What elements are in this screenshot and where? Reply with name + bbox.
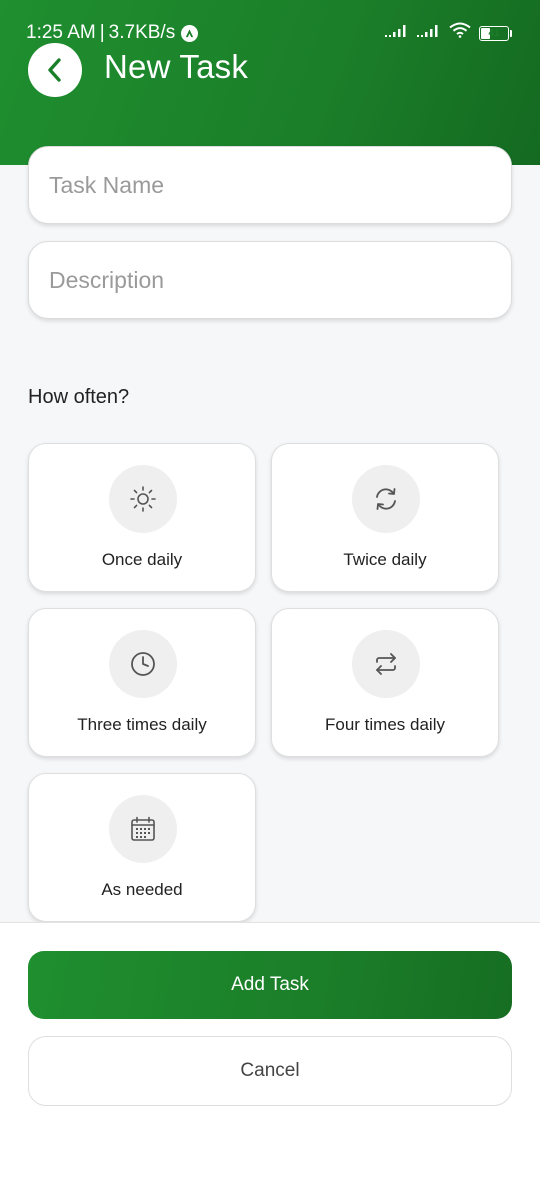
task-name-input[interactable]: [49, 147, 491, 223]
calendar-icon: [128, 814, 158, 844]
option-label: As needed: [101, 880, 183, 899]
option-icon-bg: [352, 465, 420, 533]
refresh-icon: [371, 484, 401, 514]
task-name-field-wrapper: [28, 146, 512, 224]
chevron-left-icon: [44, 57, 66, 83]
network-speed: 3.7KB/s: [108, 22, 176, 43]
option-three-times-daily[interactable]: Three times daily: [28, 608, 256, 757]
option-icon-bg: [109, 795, 177, 863]
status-bar: 1:25 AM | 3.7KB/s 41: [26, 20, 512, 46]
signal-icon: [385, 22, 409, 44]
repeat-icon: [371, 649, 401, 679]
sun-icon: [128, 484, 158, 514]
option-icon-bg: [352, 630, 420, 698]
status-time: 1:25 AM: [26, 22, 96, 43]
description-input[interactable]: [49, 242, 491, 318]
back-button[interactable]: [28, 43, 82, 97]
clock-icon: [128, 649, 158, 679]
status-separator: |: [99, 22, 105, 43]
description-field-wrapper: [28, 241, 512, 319]
add-task-button[interactable]: Add Task: [28, 951, 512, 1019]
option-label: Four times daily: [325, 715, 445, 734]
option-icon-bg: [109, 630, 177, 698]
option-label: Three times daily: [77, 715, 207, 734]
wifi-icon: [449, 22, 471, 44]
option-four-times-daily[interactable]: Four times daily: [271, 608, 499, 757]
battery-text: 41: [488, 27, 500, 39]
option-once-daily[interactable]: Once daily: [28, 443, 256, 592]
option-as-needed[interactable]: As needed: [28, 773, 256, 922]
section-label-how-often: How often?: [28, 386, 130, 408]
signal-icon: [417, 22, 441, 44]
page-title: New Task: [104, 48, 249, 85]
option-icon-bg: [109, 465, 177, 533]
option-twice-daily[interactable]: Twice daily: [271, 443, 499, 592]
battery-icon: 41: [479, 25, 512, 41]
cancel-button[interactable]: Cancel: [28, 1036, 512, 1106]
option-label: Twice daily: [343, 550, 427, 569]
app-notification-icon: [181, 24, 199, 42]
option-label: Once daily: [101, 550, 183, 569]
